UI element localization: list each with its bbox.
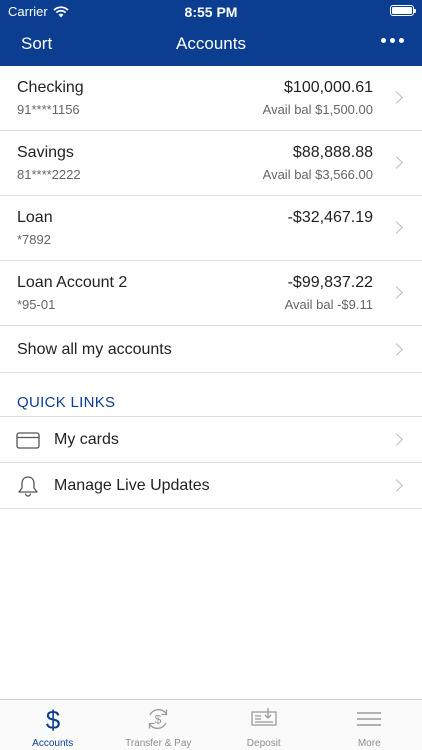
quick-links-title: QUICK LINKS <box>17 394 116 411</box>
quick-links-header: QUICK LINKS <box>0 372 422 417</box>
account-available-balance: Avail bal $1,500.00 <box>262 102 373 117</box>
tab-bar: $ Accounts $ Transfer & Pay Deposit More <box>0 699 422 750</box>
quick-link-label: My cards <box>54 431 119 448</box>
chevron-right-icon <box>390 479 403 492</box>
chevron-right-icon <box>390 221 403 234</box>
account-row-loan[interactable]: Loan *7892 -$32,467.19 <box>0 196 422 261</box>
chevron-right-icon <box>390 433 403 446</box>
sort-button[interactable]: Sort <box>21 34 52 54</box>
account-balance: $88,888.88 <box>292 144 373 161</box>
tab-transfer-pay[interactable]: $ Transfer & Pay <box>106 700 212 750</box>
chevron-right-icon <box>390 91 403 104</box>
account-balance: -$99,837.22 <box>287 274 373 291</box>
status-time: 8:55 PM <box>184 4 238 20</box>
account-balance: $100,000.61 <box>284 79 373 96</box>
chevron-right-icon <box>390 343 403 356</box>
credit-card-icon <box>16 432 40 449</box>
more-options-icon[interactable] <box>381 38 404 43</box>
account-available-balance: Avail bal -$9.11 <box>284 297 373 312</box>
nav-bar: Sort Accounts <box>0 22 422 66</box>
quick-link-my-cards[interactable]: My cards <box>0 417 422 463</box>
tab-label: Transfer & Pay <box>125 738 192 749</box>
account-available-balance: Avail bal $3,566.00 <box>262 167 373 182</box>
account-number: *7892 <box>17 232 51 247</box>
check-deposit-icon <box>251 708 277 726</box>
chevron-right-icon <box>390 156 403 169</box>
account-name: Loan Account 2 <box>17 274 128 291</box>
battery-icon <box>390 5 416 16</box>
accounts-list: Checking 91****1156 $100,000.61 Avail ba… <box>0 66 422 373</box>
account-balance: -$32,467.19 <box>287 209 373 226</box>
tab-accounts[interactable]: $ Accounts <box>0 700 106 750</box>
tab-deposit[interactable]: Deposit <box>211 700 317 750</box>
bell-icon <box>18 476 38 497</box>
account-name: Savings <box>17 144 74 161</box>
account-name: Checking <box>17 79 84 96</box>
tab-more[interactable]: More <box>317 700 422 750</box>
account-row-savings[interactable]: Savings 81****2222 $88,888.88 Avail bal … <box>0 131 422 196</box>
status-bar: Carrier 8:55 PM <box>0 0 422 22</box>
show-all-accounts-row[interactable]: Show all my accounts <box>0 326 422 373</box>
quick-links-list: My cards Manage Live Updates <box>0 417 422 509</box>
svg-text:$: $ <box>155 713 162 727</box>
chevron-right-icon <box>390 286 403 299</box>
tab-label: Deposit <box>246 738 281 749</box>
quick-link-label: Manage Live Updates <box>54 477 210 494</box>
tab-label: Accounts <box>32 738 74 749</box>
dollar-icon: $ <box>46 705 61 733</box>
account-row-loan-account-2[interactable]: Loan Account 2 *95-01 -$99,837.22 Avail … <box>0 261 422 326</box>
show-all-accounts-label: Show all my accounts <box>17 341 172 358</box>
account-number: 81****2222 <box>17 167 81 182</box>
quick-link-manage-live-updates[interactable]: Manage Live Updates <box>0 463 422 509</box>
account-number: *95-01 <box>17 297 56 312</box>
menu-icon <box>357 712 382 726</box>
page-title: Accounts <box>176 34 246 53</box>
app-header: Carrier 8:55 PM Sort Accounts <box>0 0 422 66</box>
transfer-icon: $ <box>149 709 168 729</box>
account-name: Loan <box>17 209 53 226</box>
tab-label: More <box>357 738 381 749</box>
account-number: 91****1156 <box>17 102 80 117</box>
account-row-checking[interactable]: Checking 91****1156 $100,000.61 Avail ba… <box>0 66 422 131</box>
svg-text:$: $ <box>46 705 61 733</box>
